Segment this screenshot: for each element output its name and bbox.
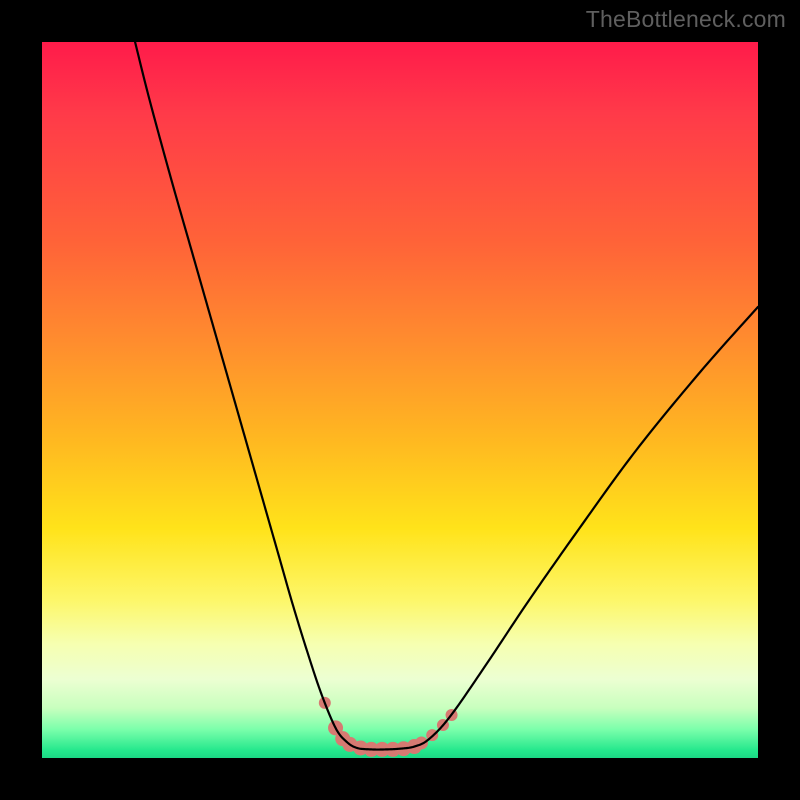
chart-frame: TheBottleneck.com [0,0,800,800]
watermark-text: TheBottleneck.com [586,6,786,33]
bottleneck-curve [135,42,758,750]
curve-svg [42,42,758,758]
plot-area [42,42,758,758]
marker-layer [319,697,458,757]
